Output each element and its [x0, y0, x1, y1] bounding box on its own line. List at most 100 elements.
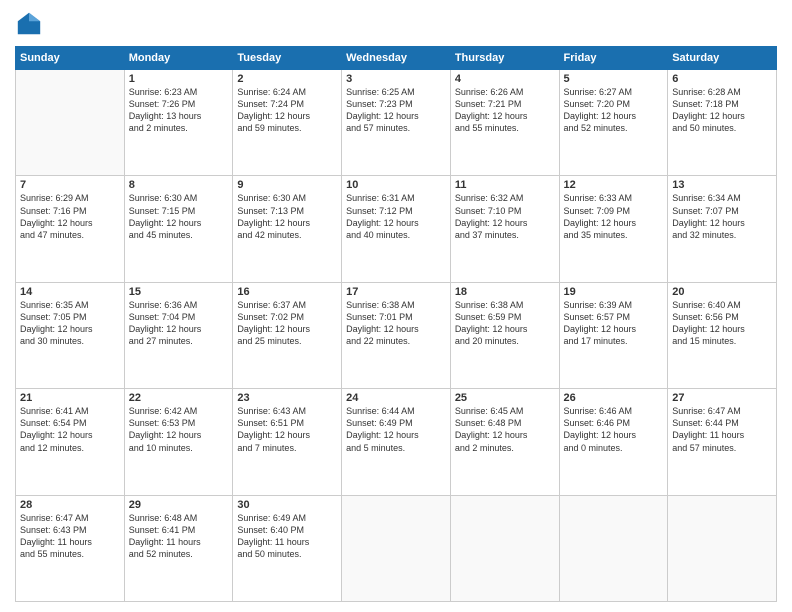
day-info: Sunrise: 6:34 AMSunset: 7:07 PMDaylight:… [672, 192, 772, 241]
day-cell: 18Sunrise: 6:38 AMSunset: 6:59 PMDayligh… [450, 282, 559, 388]
day-cell: 11Sunrise: 6:32 AMSunset: 7:10 PMDayligh… [450, 176, 559, 282]
logo [15, 10, 47, 38]
day-info: Sunrise: 6:31 AMSunset: 7:12 PMDaylight:… [346, 192, 446, 241]
day-info: Sunrise: 6:38 AMSunset: 6:59 PMDaylight:… [455, 299, 555, 348]
weekday-header-sunday: Sunday [16, 47, 125, 70]
day-info: Sunrise: 6:23 AMSunset: 7:26 PMDaylight:… [129, 86, 229, 135]
day-cell: 27Sunrise: 6:47 AMSunset: 6:44 PMDayligh… [668, 389, 777, 495]
day-number: 7 [20, 179, 120, 191]
day-cell: 19Sunrise: 6:39 AMSunset: 6:57 PMDayligh… [559, 282, 668, 388]
day-info: Sunrise: 6:30 AMSunset: 7:13 PMDaylight:… [237, 192, 337, 241]
day-info: Sunrise: 6:28 AMSunset: 7:18 PMDaylight:… [672, 86, 772, 135]
day-number: 20 [672, 286, 772, 298]
weekday-header-row: SundayMondayTuesdayWednesdayThursdayFrid… [16, 47, 777, 70]
day-info: Sunrise: 6:47 AMSunset: 6:43 PMDaylight:… [20, 512, 120, 561]
day-number: 4 [455, 73, 555, 85]
day-number: 9 [237, 179, 337, 191]
day-cell: 24Sunrise: 6:44 AMSunset: 6:49 PMDayligh… [342, 389, 451, 495]
day-number: 16 [237, 286, 337, 298]
day-cell: 29Sunrise: 6:48 AMSunset: 6:41 PMDayligh… [124, 495, 233, 601]
day-info: Sunrise: 6:27 AMSunset: 7:20 PMDaylight:… [564, 86, 664, 135]
day-cell: 16Sunrise: 6:37 AMSunset: 7:02 PMDayligh… [233, 282, 342, 388]
weekday-header-tuesday: Tuesday [233, 47, 342, 70]
day-cell: 13Sunrise: 6:34 AMSunset: 7:07 PMDayligh… [668, 176, 777, 282]
day-info: Sunrise: 6:49 AMSunset: 6:40 PMDaylight:… [237, 512, 337, 561]
day-number: 17 [346, 286, 446, 298]
day-cell: 9Sunrise: 6:30 AMSunset: 7:13 PMDaylight… [233, 176, 342, 282]
day-info: Sunrise: 6:35 AMSunset: 7:05 PMDaylight:… [20, 299, 120, 348]
day-cell: 5Sunrise: 6:27 AMSunset: 7:20 PMDaylight… [559, 70, 668, 176]
day-info: Sunrise: 6:46 AMSunset: 6:46 PMDaylight:… [564, 405, 664, 454]
day-cell: 6Sunrise: 6:28 AMSunset: 7:18 PMDaylight… [668, 70, 777, 176]
day-number: 29 [129, 499, 229, 511]
week-row-1: 1Sunrise: 6:23 AMSunset: 7:26 PMDaylight… [16, 70, 777, 176]
day-number: 3 [346, 73, 446, 85]
day-number: 13 [672, 179, 772, 191]
day-info: Sunrise: 6:44 AMSunset: 6:49 PMDaylight:… [346, 405, 446, 454]
day-cell [668, 495, 777, 601]
day-number: 14 [20, 286, 120, 298]
day-info: Sunrise: 6:29 AMSunset: 7:16 PMDaylight:… [20, 192, 120, 241]
page: SundayMondayTuesdayWednesdayThursdayFrid… [0, 0, 792, 612]
day-number: 8 [129, 179, 229, 191]
day-info: Sunrise: 6:32 AMSunset: 7:10 PMDaylight:… [455, 192, 555, 241]
day-cell: 1Sunrise: 6:23 AMSunset: 7:26 PMDaylight… [124, 70, 233, 176]
day-cell: 15Sunrise: 6:36 AMSunset: 7:04 PMDayligh… [124, 282, 233, 388]
day-cell [342, 495, 451, 601]
day-info: Sunrise: 6:43 AMSunset: 6:51 PMDaylight:… [237, 405, 337, 454]
day-info: Sunrise: 6:47 AMSunset: 6:44 PMDaylight:… [672, 405, 772, 454]
day-number: 21 [20, 392, 120, 404]
week-row-5: 28Sunrise: 6:47 AMSunset: 6:43 PMDayligh… [16, 495, 777, 601]
day-cell: 21Sunrise: 6:41 AMSunset: 6:54 PMDayligh… [16, 389, 125, 495]
day-info: Sunrise: 6:24 AMSunset: 7:24 PMDaylight:… [237, 86, 337, 135]
header [15, 10, 777, 38]
day-number: 23 [237, 392, 337, 404]
day-info: Sunrise: 6:36 AMSunset: 7:04 PMDaylight:… [129, 299, 229, 348]
day-cell: 2Sunrise: 6:24 AMSunset: 7:24 PMDaylight… [233, 70, 342, 176]
day-cell [450, 495, 559, 601]
day-number: 12 [564, 179, 664, 191]
day-number: 15 [129, 286, 229, 298]
day-cell: 17Sunrise: 6:38 AMSunset: 7:01 PMDayligh… [342, 282, 451, 388]
weekday-header-wednesday: Wednesday [342, 47, 451, 70]
weekday-header-monday: Monday [124, 47, 233, 70]
calendar-table: SundayMondayTuesdayWednesdayThursdayFrid… [15, 46, 777, 602]
day-number: 22 [129, 392, 229, 404]
logo-icon [15, 10, 43, 38]
day-info: Sunrise: 6:25 AMSunset: 7:23 PMDaylight:… [346, 86, 446, 135]
day-number: 11 [455, 179, 555, 191]
day-info: Sunrise: 6:42 AMSunset: 6:53 PMDaylight:… [129, 405, 229, 454]
day-cell: 30Sunrise: 6:49 AMSunset: 6:40 PMDayligh… [233, 495, 342, 601]
day-cell: 12Sunrise: 6:33 AMSunset: 7:09 PMDayligh… [559, 176, 668, 282]
week-row-2: 7Sunrise: 6:29 AMSunset: 7:16 PMDaylight… [16, 176, 777, 282]
day-info: Sunrise: 6:45 AMSunset: 6:48 PMDaylight:… [455, 405, 555, 454]
day-cell: 7Sunrise: 6:29 AMSunset: 7:16 PMDaylight… [16, 176, 125, 282]
day-number: 5 [564, 73, 664, 85]
day-cell: 26Sunrise: 6:46 AMSunset: 6:46 PMDayligh… [559, 389, 668, 495]
day-cell: 28Sunrise: 6:47 AMSunset: 6:43 PMDayligh… [16, 495, 125, 601]
day-cell: 3Sunrise: 6:25 AMSunset: 7:23 PMDaylight… [342, 70, 451, 176]
day-cell: 14Sunrise: 6:35 AMSunset: 7:05 PMDayligh… [16, 282, 125, 388]
day-cell: 8Sunrise: 6:30 AMSunset: 7:15 PMDaylight… [124, 176, 233, 282]
day-cell: 10Sunrise: 6:31 AMSunset: 7:12 PMDayligh… [342, 176, 451, 282]
weekday-header-saturday: Saturday [668, 47, 777, 70]
day-cell [16, 70, 125, 176]
day-info: Sunrise: 6:26 AMSunset: 7:21 PMDaylight:… [455, 86, 555, 135]
day-number: 30 [237, 499, 337, 511]
week-row-4: 21Sunrise: 6:41 AMSunset: 6:54 PMDayligh… [16, 389, 777, 495]
day-cell: 20Sunrise: 6:40 AMSunset: 6:56 PMDayligh… [668, 282, 777, 388]
day-cell: 22Sunrise: 6:42 AMSunset: 6:53 PMDayligh… [124, 389, 233, 495]
day-number: 10 [346, 179, 446, 191]
day-cell: 23Sunrise: 6:43 AMSunset: 6:51 PMDayligh… [233, 389, 342, 495]
day-info: Sunrise: 6:39 AMSunset: 6:57 PMDaylight:… [564, 299, 664, 348]
day-number: 19 [564, 286, 664, 298]
day-number: 1 [129, 73, 229, 85]
day-info: Sunrise: 6:48 AMSunset: 6:41 PMDaylight:… [129, 512, 229, 561]
day-cell [559, 495, 668, 601]
day-info: Sunrise: 6:37 AMSunset: 7:02 PMDaylight:… [237, 299, 337, 348]
day-info: Sunrise: 6:40 AMSunset: 6:56 PMDaylight:… [672, 299, 772, 348]
day-info: Sunrise: 6:41 AMSunset: 6:54 PMDaylight:… [20, 405, 120, 454]
day-number: 28 [20, 499, 120, 511]
day-number: 18 [455, 286, 555, 298]
weekday-header-thursday: Thursday [450, 47, 559, 70]
